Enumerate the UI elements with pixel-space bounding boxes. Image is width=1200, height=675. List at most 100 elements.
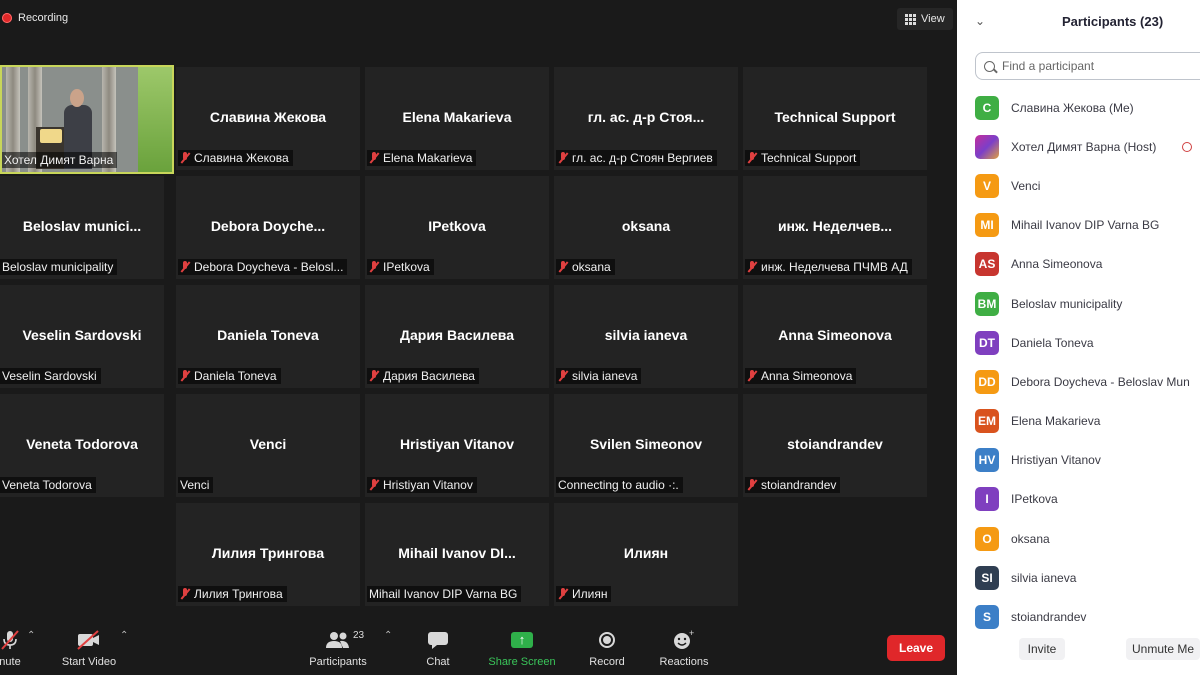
tile-label-text: Elena Makarieva bbox=[383, 151, 473, 165]
microphone-muted-icon bbox=[180, 261, 190, 273]
chevron-down-icon[interactable]: ⌄ bbox=[975, 14, 985, 28]
participant-video-tile[interactable]: Anna Simeonova Anna Simeonova bbox=[743, 285, 927, 388]
unmute-label: nute bbox=[0, 656, 21, 668]
participant-name: Славина Жекова (Me) bbox=[1011, 100, 1134, 115]
participant-video-tile[interactable]: Veselin Sardovski Veselin Sardovski bbox=[0, 285, 164, 388]
participant-name: Hristiyan Vitanov bbox=[1011, 453, 1101, 468]
tile-name-label: Connecting to audio ·:. bbox=[556, 477, 683, 493]
participant-list-item[interactable]: SI silvia ianeva bbox=[975, 558, 1200, 597]
avatar: C bbox=[975, 95, 999, 120]
tile-name-label: IPetkova bbox=[367, 259, 434, 275]
participant-video-tile[interactable]: Дария Василева Дария Василева bbox=[365, 285, 549, 388]
participant-video-tile[interactable]: Veneta Todorova Veneta Todorova bbox=[0, 394, 164, 497]
participant-video-tile[interactable]: Beloslav munici... Beloslav municipality bbox=[0, 176, 164, 279]
participant-name: IPetkova bbox=[1011, 492, 1058, 507]
share-screen-button[interactable]: ↑ Share Screen bbox=[482, 628, 562, 668]
video-tile-host[interactable]: Хотел Димят Варна bbox=[0, 65, 174, 174]
participant-list-item[interactable]: Sstoiandrandev bbox=[975, 597, 1200, 636]
tile-name-label: Veselin Sardovski bbox=[0, 368, 101, 384]
microphone-muted-icon bbox=[0, 628, 50, 652]
tile-display-name: stoiandrandev bbox=[787, 436, 883, 452]
record-button[interactable]: Record bbox=[567, 628, 647, 668]
audio-options-chevron-icon[interactable]: ⌃ bbox=[27, 630, 35, 641]
tile-name-label: silvia ianeva bbox=[556, 368, 642, 384]
microphone-muted-icon bbox=[369, 479, 379, 491]
participant-video-tile[interactable]: Debora Doyche... Debora Doycheva - Belosl… bbox=[176, 176, 360, 279]
participant-video-tile[interactable]: Mihail Ivanov DI... Mihail Ivanov DIP Var… bbox=[365, 503, 549, 606]
avatar bbox=[975, 134, 999, 159]
unmute-button[interactable]: nute bbox=[0, 628, 50, 668]
participants-options-chevron-icon[interactable]: ⌃ bbox=[384, 630, 392, 641]
chat-label: Chat bbox=[426, 656, 450, 668]
unmute-me-button[interactable]: Unmute Me bbox=[1126, 638, 1200, 660]
tile-label-text: IPetkova bbox=[383, 260, 430, 274]
tile-name-label: stoiandrandev bbox=[745, 477, 841, 493]
participant-name: oksana bbox=[1011, 531, 1050, 546]
tile-display-name: Veselin Sardovski bbox=[22, 327, 142, 343]
tile-name-label: Лилия Тринговa bbox=[178, 586, 287, 602]
tile-display-name: Лилия Тринговa bbox=[211, 545, 325, 561]
participant-video-tile[interactable]: Venci Venci bbox=[176, 394, 360, 497]
tile-label-text: гл. ас. д-р Стоян Вергиев bbox=[572, 151, 713, 165]
avatar: O bbox=[975, 526, 999, 551]
participant-name: Daniela Toneva bbox=[1011, 335, 1094, 350]
participant-video-tile[interactable]: Илиян Илиян bbox=[554, 503, 738, 606]
participant-search-input[interactable] bbox=[1000, 58, 1200, 74]
search-icon bbox=[984, 60, 995, 72]
microphone-muted-icon bbox=[180, 588, 190, 600]
participant-name: Debora Doycheva - Beloslav Mun bbox=[1011, 374, 1190, 389]
participant-name: Хотел Димят Варна (Host) bbox=[1011, 139, 1157, 154]
participant-video-tile[interactable]: Svilen Simeonov Connecting to audio ·:. bbox=[554, 394, 738, 497]
participant-video-tile[interactable]: гл. ас. д-р Стоя... гл. ас. д-р Стоян Вер… bbox=[554, 67, 738, 170]
tile-name-label: Venci bbox=[178, 477, 214, 493]
participant-list-item[interactable]: Ooksana bbox=[975, 519, 1200, 558]
tile-label-text: Daniela Toneva bbox=[194, 369, 277, 383]
participant-list-item[interactable]: DD Debora Doycheva - Beloslav Mun bbox=[975, 362, 1200, 401]
avatar: V bbox=[975, 173, 999, 198]
participant-name: Beloslav municipality bbox=[1011, 296, 1123, 311]
participant-video-tile[interactable]: silvia ianeva silvia ianeva bbox=[554, 285, 738, 388]
participant-list-item[interactable]: V Venci bbox=[975, 166, 1200, 205]
participant-video-tile[interactable]: Technical Support Technical Support bbox=[743, 67, 927, 170]
participant-search-box[interactable] bbox=[975, 52, 1200, 80]
participant-list-item[interactable]: EM Elena Makarieva bbox=[975, 402, 1200, 441]
avatar: BM bbox=[975, 291, 999, 316]
participant-video-tile[interactable]: инж. Неделчев... инж. Неделчева ПЧМВ АД bbox=[743, 176, 927, 279]
participant-list-item[interactable]: BM Beloslav municipality bbox=[975, 284, 1200, 323]
avatar: HV bbox=[975, 448, 999, 473]
participant-name: Anna Simeonova bbox=[1011, 257, 1103, 272]
tile-label-text: silvia ianeva bbox=[572, 369, 638, 383]
participant-video-tile[interactable]: Elena Makarieva Elena Makarieva bbox=[365, 67, 549, 170]
participant-list-item[interactable]: MI Mihail Ivanov DIP Varna BG bbox=[975, 206, 1200, 245]
participant-list-item[interactable]: I IPetkova bbox=[975, 480, 1200, 519]
participant-list-item[interactable]: DT Daniela Toneva bbox=[975, 323, 1200, 362]
microphone-muted-icon bbox=[558, 370, 568, 382]
reactions-label: Reactions bbox=[659, 656, 709, 668]
participant-video-tile[interactable]: Daniela Toneva Daniela Toneva bbox=[176, 285, 360, 388]
tile-label-text: Venci bbox=[180, 478, 210, 492]
participant-video-tile[interactable]: Hristiyan Vitanov Hristiyan Vitanov bbox=[365, 394, 549, 497]
tile-display-name: Daniela Toneva bbox=[217, 327, 319, 343]
participant-video-tile[interactable]: IPetkova IPetkova bbox=[365, 176, 549, 279]
participant-list-item[interactable]: Хотел Димят Варна (Host) bbox=[975, 127, 1200, 166]
participant-video-tile[interactable]: stoiandrandev stoiandrandev bbox=[743, 394, 927, 497]
reactions-button[interactable]: + Reactions bbox=[644, 628, 724, 668]
invite-button[interactable]: Invite bbox=[1019, 638, 1065, 660]
participant-video-tile[interactable]: Лилия Тринговa Лилия Тринговa bbox=[176, 503, 360, 606]
start-video-button[interactable]: Start Video bbox=[49, 628, 129, 668]
participants-button[interactable]: Participants bbox=[298, 628, 378, 668]
tile-label-text: Technical Support bbox=[761, 151, 857, 165]
video-options-chevron-icon[interactable]: ⌃ bbox=[120, 630, 128, 641]
leave-button[interactable]: Leave bbox=[887, 635, 945, 661]
participant-video-tile[interactable]: oksana oksana bbox=[554, 176, 738, 279]
speaker-head-shape bbox=[70, 89, 84, 107]
participant-video-tile[interactable]: Славина Жекова Славина Жекова bbox=[176, 67, 360, 170]
tile-name-label: Veneta Todorova bbox=[0, 477, 96, 493]
microphone-muted-icon bbox=[747, 152, 757, 164]
participant-list-item[interactable]: HV Hristiyan Vitanov bbox=[975, 441, 1200, 480]
participant-list-item[interactable]: C Славина Жекова (Me) bbox=[975, 88, 1200, 127]
chat-button[interactable]: Chat bbox=[398, 628, 478, 668]
tile-display-name: Svilen Simeonov bbox=[589, 436, 703, 452]
participant-list-item[interactable]: AS Anna Simeonova bbox=[975, 245, 1200, 284]
tile-label-text: Славина Жекова bbox=[194, 151, 289, 165]
